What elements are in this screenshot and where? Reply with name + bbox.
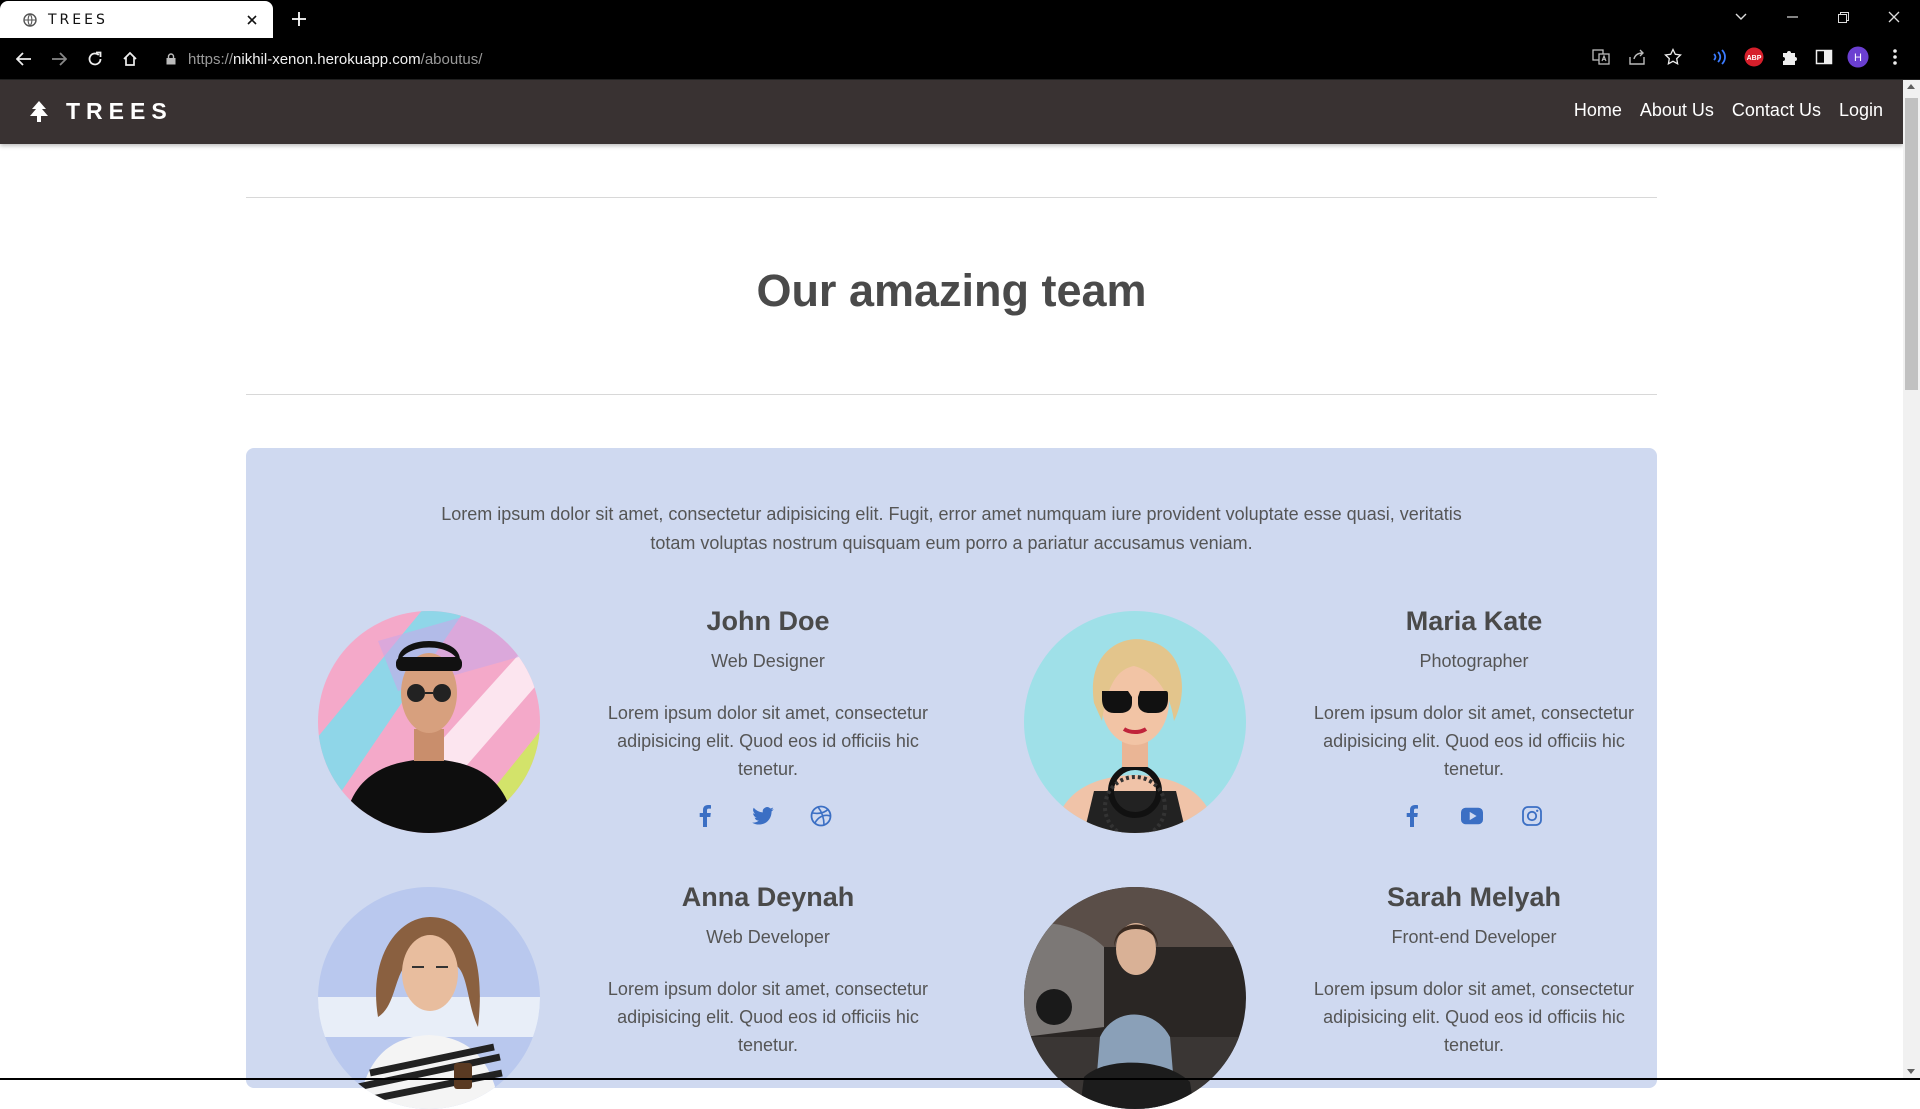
browser-tab-strip: TREES — [0, 0, 1920, 38]
nav-link-home[interactable]: Home — [1574, 100, 1622, 121]
back-button[interactable] — [13, 48, 35, 70]
brand-name: TREES — [66, 98, 173, 124]
member-role: Web Designer — [711, 651, 825, 671]
url-host: nikhil-xenon.herokuapp.com — [233, 50, 421, 68]
reload-button[interactable] — [84, 48, 106, 70]
scroll-up-arrow[interactable] — [1907, 84, 1915, 89]
minimize-button[interactable] — [1766, 0, 1818, 34]
profile-initial: H — [1854, 52, 1862, 64]
member-name: Anna Deynah — [681, 882, 855, 912]
close-icon[interactable] — [243, 11, 261, 29]
bookmark-star-icon[interactable] — [1662, 46, 1684, 68]
divider-top — [246, 197, 1657, 198]
brand[interactable]: TREES — [28, 98, 173, 125]
tab-title: TREES — [48, 11, 108, 28]
facebook-icon[interactable] — [694, 805, 716, 827]
browser-tab[interactable]: TREES — [0, 1, 273, 38]
scroll-thumb[interactable] — [1905, 98, 1918, 390]
restore-button[interactable] — [1817, 0, 1869, 34]
window-close-button[interactable] — [1868, 0, 1920, 34]
member-photo-john-doe — [318, 611, 540, 833]
translate-icon[interactable] — [1590, 46, 1612, 68]
side-panel-icon[interactable] — [1813, 46, 1835, 68]
url-path: /aboutus/ — [420, 50, 483, 68]
youtube-icon[interactable] — [1461, 805, 1483, 827]
member-photo-anna-deynah — [318, 887, 540, 1109]
nav-link-login[interactable]: Login — [1839, 100, 1883, 121]
lock-icon — [166, 53, 176, 65]
adblock-icon[interactable]: ABP — [1743, 46, 1765, 68]
member-bio: Lorem ipsum dolor sit amet, consectetur … — [1313, 703, 1635, 779]
twitter-icon[interactable] — [752, 805, 774, 827]
forward-button[interactable] — [48, 48, 70, 70]
scroll-down-arrow[interactable] — [1907, 1069, 1915, 1074]
team-intro: Lorem ipsum dolor sit amet, consectetur … — [441, 504, 1462, 553]
member-name: Sarah Melyah — [1386, 882, 1562, 912]
nav-link-contact-us[interactable]: Contact Us — [1732, 100, 1821, 121]
read-aloud-icon[interactable] — [1707, 46, 1729, 68]
new-tab-button[interactable] — [288, 8, 310, 30]
member-name: John Doe — [706, 606, 830, 636]
nav-links: Home About Us Contact Us Login — [1556, 100, 1883, 121]
profile-avatar[interactable]: H — [1847, 46, 1869, 68]
member-bio: Lorem ipsum dolor sit amet, consectetur … — [607, 703, 929, 779]
share-icon[interactable] — [1626, 46, 1648, 68]
adblock-label: ABP — [1747, 55, 1762, 62]
member-bio: Lorem ipsum dolor sit amet, consectetur … — [1313, 979, 1635, 1055]
url-field[interactable]: https://nikhil-xenon.herokuapp.com/about… — [166, 46, 1576, 72]
instagram-icon[interactable] — [1521, 805, 1543, 827]
member-photo-sarah-melyah — [1024, 887, 1246, 1109]
member-role: Front-end Developer — [1391, 927, 1557, 947]
url-protocol: https:// — [188, 50, 234, 68]
member-name: Maria Kate — [1405, 606, 1543, 636]
nav-link-about-us[interactable]: About Us — [1640, 100, 1714, 121]
kebab-menu-icon[interactable] — [1884, 46, 1906, 68]
dribbble-icon[interactable] — [810, 805, 832, 827]
member-role: Web Developer — [706, 927, 830, 947]
globe-icon — [22, 12, 38, 28]
page-title: Our amazing team — [756, 265, 1147, 316]
tree-icon — [28, 100, 50, 124]
divider-bottom — [246, 394, 1657, 395]
member-role: Photographer — [1419, 651, 1529, 671]
tab-search-icon[interactable] — [1715, 0, 1767, 34]
page-scrollbar[interactable] — [1903, 80, 1920, 1080]
facebook-icon[interactable] — [1401, 805, 1423, 827]
member-socials — [1401, 805, 1543, 827]
member-socials — [694, 805, 832, 827]
member-bio: Lorem ipsum dolor sit amet, consectetur … — [607, 979, 929, 1055]
site-navbar: TREES Home About Us Contact Us Login — [0, 80, 1903, 144]
extensions-puzzle-icon[interactable] — [1778, 46, 1800, 68]
home-button[interactable] — [119, 48, 141, 70]
member-photo-maria-kate — [1024, 611, 1246, 833]
